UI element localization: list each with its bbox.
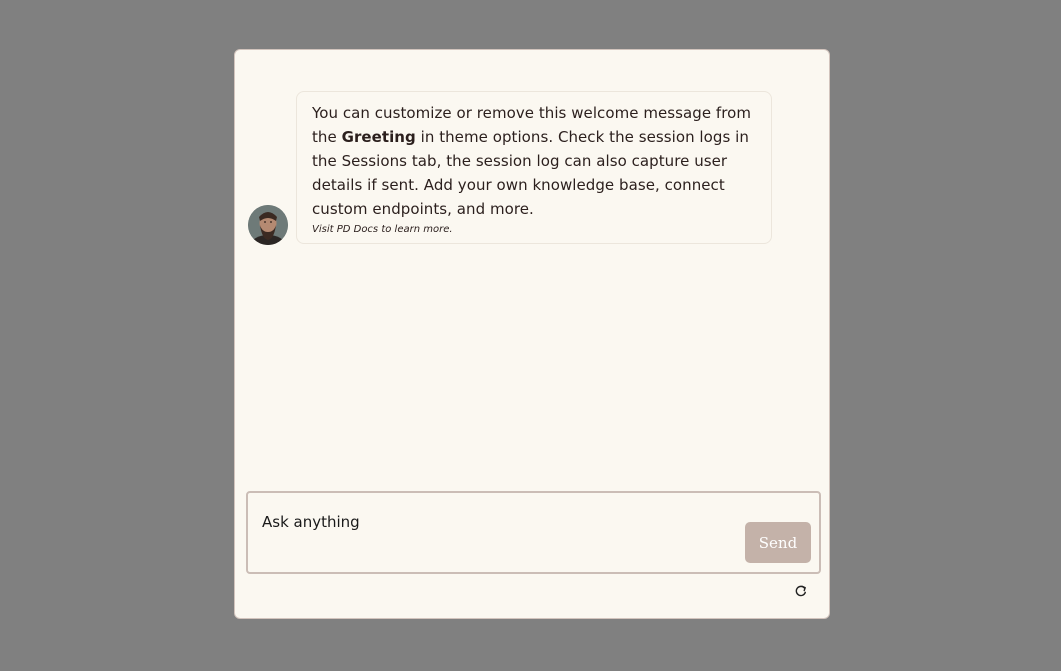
chat-window: You can customize or remove this welcome…: [234, 49, 830, 619]
docs-note: Visit PD Docs to learn more.: [312, 224, 453, 235]
avatar: [248, 205, 288, 245]
refresh-icon[interactable]: [794, 583, 808, 597]
send-button[interactable]: Send: [745, 522, 811, 563]
greeting-bold-text: Greeting: [341, 128, 416, 146]
welcome-message-text: You can customize or remove this welcome…: [312, 101, 757, 221]
message-input[interactable]: [262, 507, 732, 537]
message-input-box: Send: [246, 491, 821, 574]
welcome-message-bubble: You can customize or remove this welcome…: [296, 91, 772, 244]
